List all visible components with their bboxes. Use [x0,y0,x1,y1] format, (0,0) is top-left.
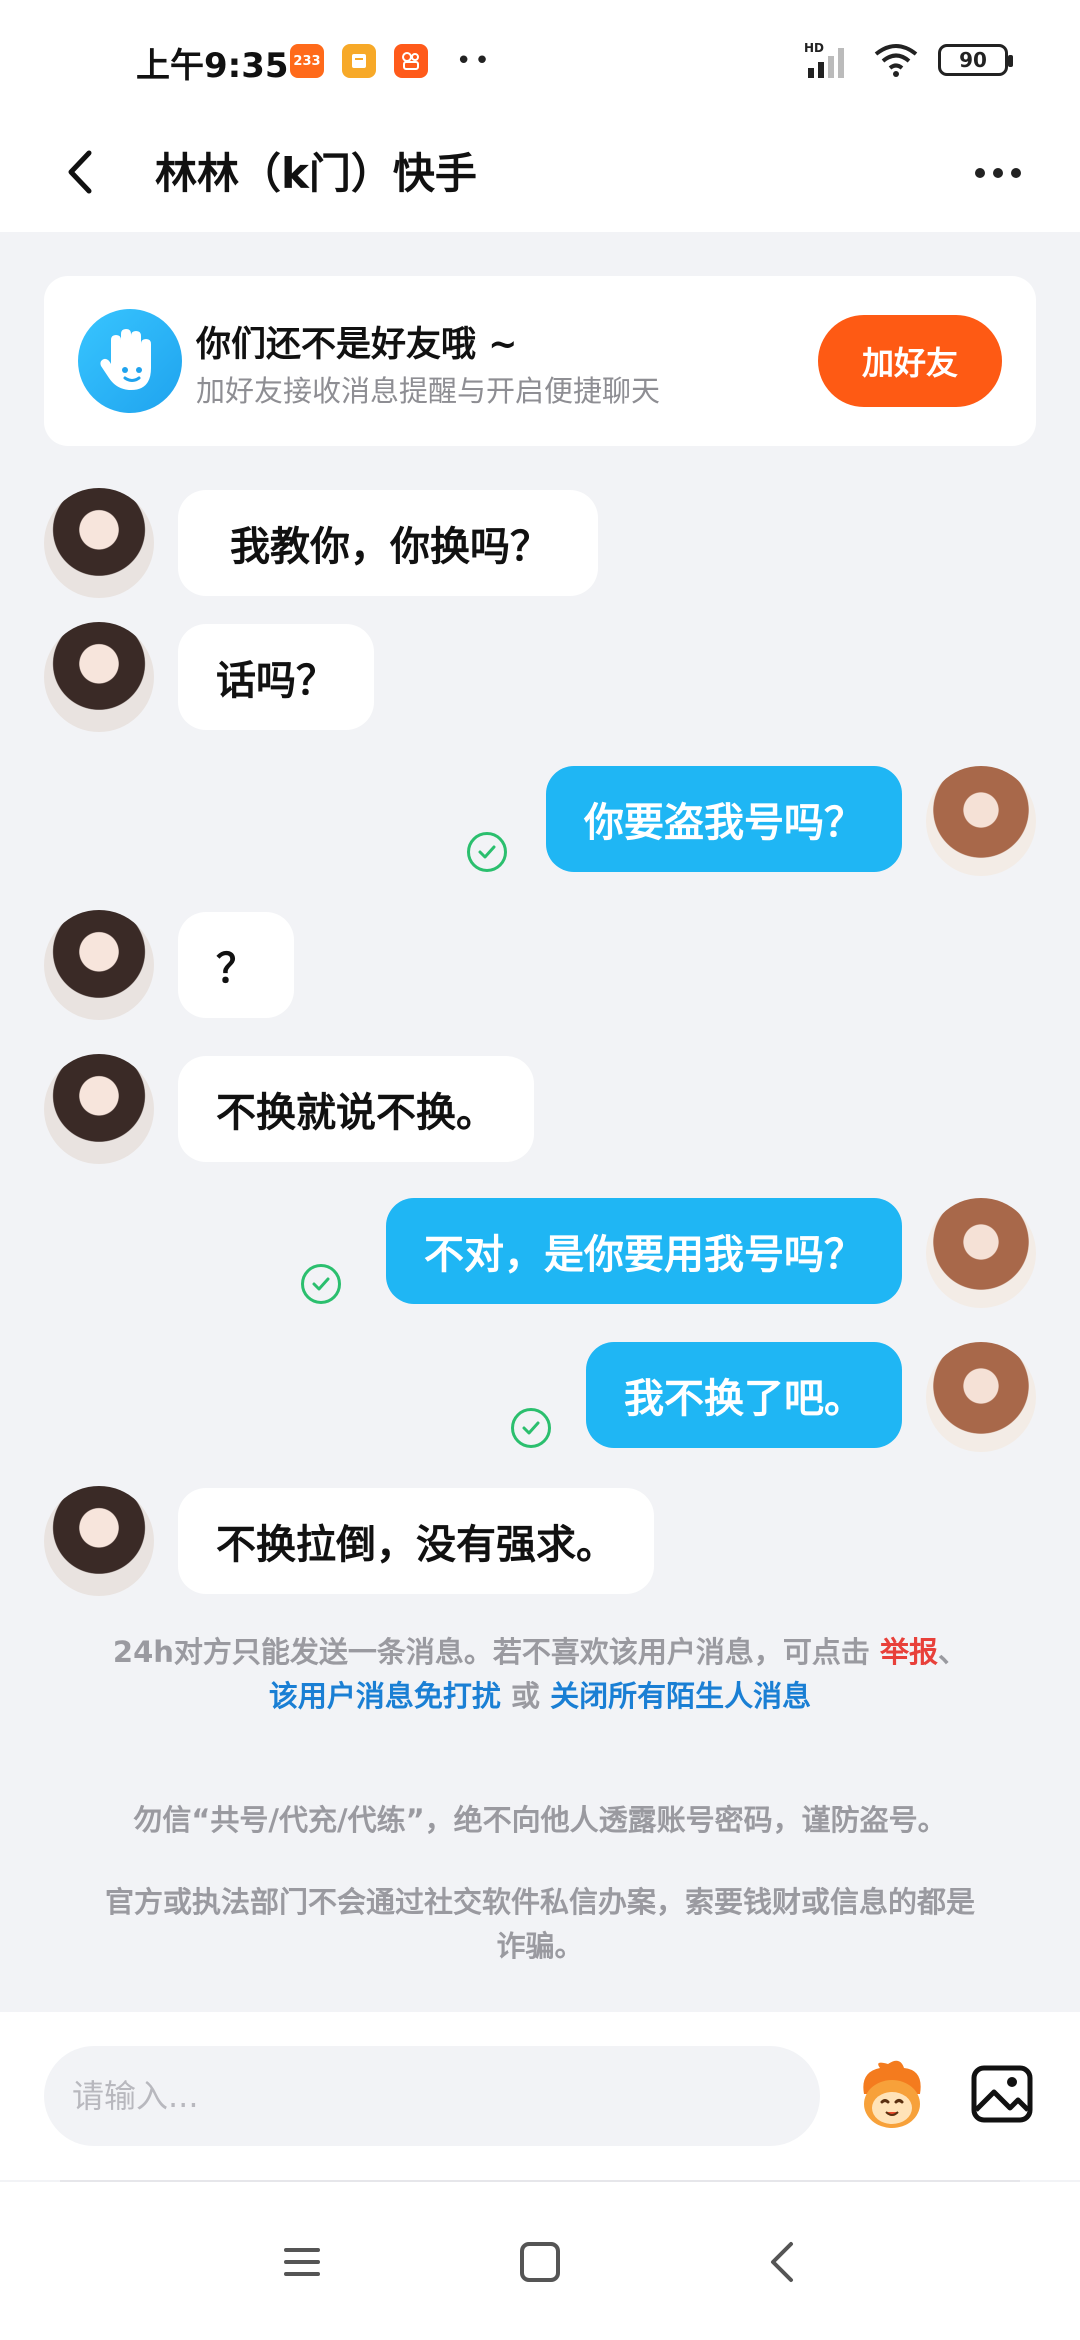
add-friend-button[interactable]: 加好友 [818,315,1002,407]
notification-app-icon: 233 [290,44,324,78]
input-bar [0,2012,1080,2180]
hand-icon [78,309,182,413]
back-button[interactable] [50,142,110,202]
back-triangle-icon [771,2242,793,2282]
incoming-message-bubble[interactable]: 我教你，你换吗？ [178,490,598,596]
status-app-icons: 233 •• [290,44,493,78]
friend-card-title: 你们还不是好友哦 ~ [196,325,518,365]
back-arrow-icon [68,150,92,194]
notification-kuaishou-icon [394,44,428,78]
system-nav-bar [0,2182,1080,2340]
scam-warning-tip: 官方或执法部门不会通过社交软件私信办案，索要钱财或信息的都是诈骗。 [104,1885,975,1963]
check-circle-icon [301,1264,341,1304]
contact-avatar[interactable] [44,910,154,1020]
notice-separator: 、 [938,1635,968,1669]
incoming-message-bubble[interactable]: 不换就说不换。 [178,1056,534,1162]
message-row: 我教你，你换吗？ [0,488,1080,608]
more-icon-dot [993,168,1003,178]
close-stranger-messages-link[interactable]: 关闭所有陌生人消息 [550,1679,811,1713]
status-bar: 上午9:35 233 •• HD 90 [0,0,1080,120]
emoji-icon [863,2060,921,2128]
incoming-message-bubble[interactable]: 不换拉倒，没有强求。 [178,1488,654,1594]
contact-avatar[interactable] [44,622,154,732]
message-row: 我不换了吧。 [0,1342,1080,1462]
notice-text: 24h对方只能发送一条消息。若不喜欢该用户消息，可点击 [112,1635,881,1669]
message-row: 话吗？ [0,622,1080,742]
message-row: ？ [0,910,1080,1030]
message-row: 不换就说不换。 [0,1054,1080,1174]
wifi-icon [874,44,918,77]
outgoing-message-bubble[interactable]: 不对，是你要用我号吗？ [386,1198,902,1304]
outgoing-message-bubble[interactable]: 你要盗我号吗？ [546,766,902,872]
battery-indicator: 90 [938,44,1013,76]
more-icon-dot [975,168,985,178]
report-link[interactable]: 举报 [880,1635,938,1669]
contact-avatar[interactable] [44,488,154,598]
anti-fraud-tip: 勿信“共号/代充/代练”，绝不向他人透露账号密码，谨防盗号。 [133,1803,947,1837]
my-avatar[interactable] [926,766,1036,876]
my-avatar[interactable] [926,1198,1036,1308]
stranger-message-notice: 24h对方只能发送一条消息。若不喜欢该用户消息，可点击 举报、 该用户消息免打扰… [60,1630,1020,1718]
check-circle-icon [511,1408,551,1448]
emoji-button[interactable] [850,2054,934,2138]
status-right: HD 90 [804,40,1013,80]
notice-or: 或 [500,1679,551,1713]
more-button[interactable] [958,148,1038,198]
mute-user-link[interactable]: 该用户消息免打扰 [269,1679,501,1713]
menu-nav-button[interactable] [262,2222,342,2302]
back-nav-button[interactable] [742,2222,822,2302]
message-input[interactable] [44,2046,820,2146]
incoming-message-bubble[interactable]: ？ [178,912,294,1018]
svg-text:HD: HD [804,41,824,55]
image-icon [971,2065,1033,2123]
more-icon-dot [1011,168,1021,178]
friend-card-subtitle: 加好友接收消息提醒与开启便捷聊天 [196,374,661,408]
my-avatar[interactable] [926,1342,1036,1452]
status-time: 上午9:35 [136,46,289,86]
chat-header: 林林（k门）快手 [0,120,1080,232]
chat-title: 林林（k门）快手 [155,149,477,198]
message-row: 你要盗我号吗？ [0,766,1080,886]
home-square-icon [520,2242,560,2282]
more-notifications-icon: •• [456,46,493,76]
menu-icon [284,2248,320,2276]
outgoing-message-bubble[interactable]: 我不换了吧。 [586,1342,902,1448]
contact-avatar[interactable] [44,1054,154,1164]
check-circle-icon [467,832,507,872]
not-friend-card: 你们还不是好友哦 ~ 加好友接收消息提醒与开启便捷聊天 加好友 [44,276,1036,446]
chat-screen: 上午9:35 233 •• HD 90 林林（k门）快手 你们还不是好友哦 ~ … [0,0,1080,2340]
image-button[interactable] [966,2058,1038,2130]
home-nav-button[interactable] [500,2222,580,2302]
message-row: 不对，是你要用我号吗？ [0,1198,1080,1318]
contact-avatar[interactable] [44,1486,154,1596]
signal-icon: HD [804,41,844,78]
incoming-message-bubble[interactable]: 话吗？ [178,624,374,730]
message-row: 不换拉倒，没有强求。 [0,1486,1080,1606]
message-list[interactable]: 我教你，你换吗？ 话吗？ 你要盗我号吗？ ？ 不换就说不换。 不对，是你要用我号… [0,470,1080,2010]
notification-note-icon [342,44,376,78]
